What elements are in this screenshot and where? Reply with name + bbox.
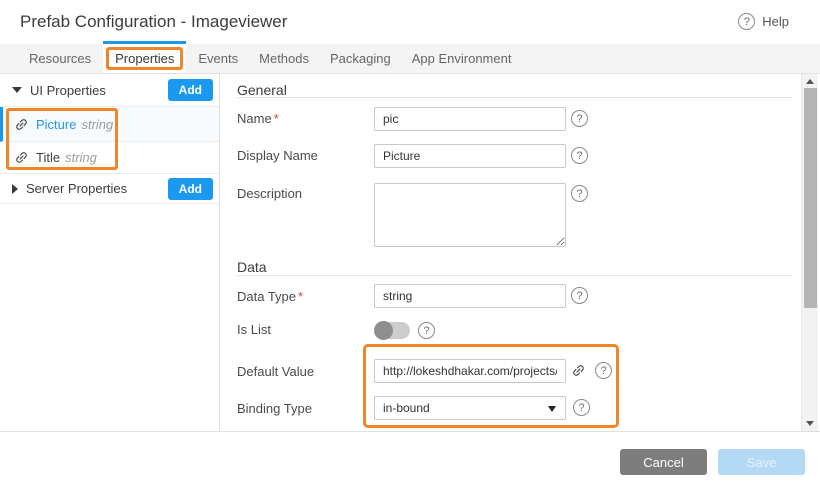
required-asterisk: * bbox=[298, 289, 303, 304]
help-label: Help bbox=[762, 14, 789, 29]
scroll-down-arrow-icon[interactable] bbox=[806, 421, 814, 426]
is-list-toggle[interactable] bbox=[374, 322, 410, 339]
description-label: Description bbox=[237, 186, 302, 201]
description-help-icon[interactable] bbox=[571, 185, 588, 202]
dropdown-caret-icon bbox=[548, 406, 556, 412]
section-divider bbox=[237, 275, 793, 276]
add-server-property-button[interactable]: Add bbox=[168, 178, 213, 200]
name-help-icon[interactable] bbox=[571, 110, 588, 127]
vertical-scrollbar[interactable] bbox=[801, 74, 818, 431]
display-name-help-icon[interactable] bbox=[571, 147, 588, 164]
property-name: Picture bbox=[36, 117, 76, 132]
tab-bar: Resources Properties Events Methods Pack… bbox=[0, 44, 820, 74]
section-title-general: General bbox=[237, 82, 287, 98]
is-list-label: Is List bbox=[237, 322, 271, 337]
section-title-data: Data bbox=[237, 259, 267, 275]
chain-link-icon bbox=[14, 150, 29, 165]
dialog-footer: Cancel Save bbox=[0, 431, 820, 488]
tab-methods[interactable]: Methods bbox=[250, 44, 318, 73]
data-type-label: Data Type* bbox=[237, 289, 303, 304]
help-icon bbox=[738, 13, 755, 30]
display-name-input[interactable] bbox=[374, 144, 566, 168]
default-value-label: Default Value bbox=[237, 364, 314, 379]
binding-type-value: in-bound bbox=[383, 401, 430, 415]
tab-properties[interactable]: Properties bbox=[103, 44, 186, 73]
name-input[interactable] bbox=[374, 107, 566, 131]
tab-events[interactable]: Events bbox=[189, 44, 247, 73]
tab-resources[interactable]: Resources bbox=[20, 44, 100, 73]
property-type: string bbox=[65, 150, 97, 165]
property-item-picture[interactable]: Picture string bbox=[0, 107, 219, 142]
tab-packaging[interactable]: Packaging bbox=[321, 44, 400, 73]
scrollbar-thumb[interactable] bbox=[804, 88, 817, 308]
property-item-title[interactable]: Title string bbox=[0, 142, 219, 174]
description-textarea[interactable] bbox=[374, 183, 566, 247]
save-button[interactable]: Save bbox=[718, 449, 805, 475]
dialog-header: Prefab Configuration - Imageviewer Help bbox=[0, 0, 820, 44]
expand-triangle-icon bbox=[12, 184, 18, 194]
binding-type-help-icon[interactable] bbox=[573, 399, 590, 416]
default-value-input[interactable] bbox=[374, 359, 566, 383]
ui-properties-label: UI Properties bbox=[30, 83, 106, 98]
is-list-help-icon[interactable] bbox=[418, 322, 435, 339]
add-ui-property-button[interactable]: Add bbox=[168, 79, 213, 101]
name-label: Name* bbox=[237, 111, 279, 126]
bind-chain-link-icon[interactable] bbox=[571, 363, 586, 378]
toggle-knob bbox=[374, 321, 393, 340]
data-type-help-icon[interactable] bbox=[571, 287, 588, 304]
section-divider bbox=[237, 97, 793, 98]
property-form: General Name* Display Name Description D… bbox=[221, 74, 801, 431]
default-value-help-icon[interactable] bbox=[595, 362, 612, 379]
binding-type-label: Binding Type bbox=[237, 401, 312, 416]
property-type: string bbox=[81, 117, 113, 132]
chain-link-icon bbox=[14, 117, 29, 132]
prefab-configuration-dialog: Prefab Configuration - Imageviewer Help … bbox=[0, 0, 820, 488]
ui-properties-group[interactable]: UI Properties Add bbox=[0, 74, 219, 107]
required-asterisk: * bbox=[274, 111, 279, 126]
binding-type-select[interactable]: in-bound bbox=[374, 396, 566, 420]
collapse-triangle-icon bbox=[12, 87, 22, 93]
display-name-label: Display Name bbox=[237, 148, 318, 163]
property-name: Title bbox=[36, 150, 60, 165]
scroll-up-arrow-icon[interactable] bbox=[806, 79, 814, 84]
properties-sidebar: UI Properties Add Picture string Title s… bbox=[0, 74, 220, 431]
server-properties-label: Server Properties bbox=[26, 181, 127, 196]
annotation-box-properties-tab: Properties bbox=[106, 47, 183, 70]
data-type-input[interactable] bbox=[374, 284, 566, 308]
dialog-title: Prefab Configuration - Imageviewer bbox=[20, 12, 287, 32]
server-properties-group[interactable]: Server Properties Add bbox=[0, 174, 219, 204]
cancel-button[interactable]: Cancel bbox=[620, 449, 707, 475]
help-button[interactable]: Help bbox=[738, 13, 789, 30]
tab-app-environment[interactable]: App Environment bbox=[403, 44, 521, 73]
